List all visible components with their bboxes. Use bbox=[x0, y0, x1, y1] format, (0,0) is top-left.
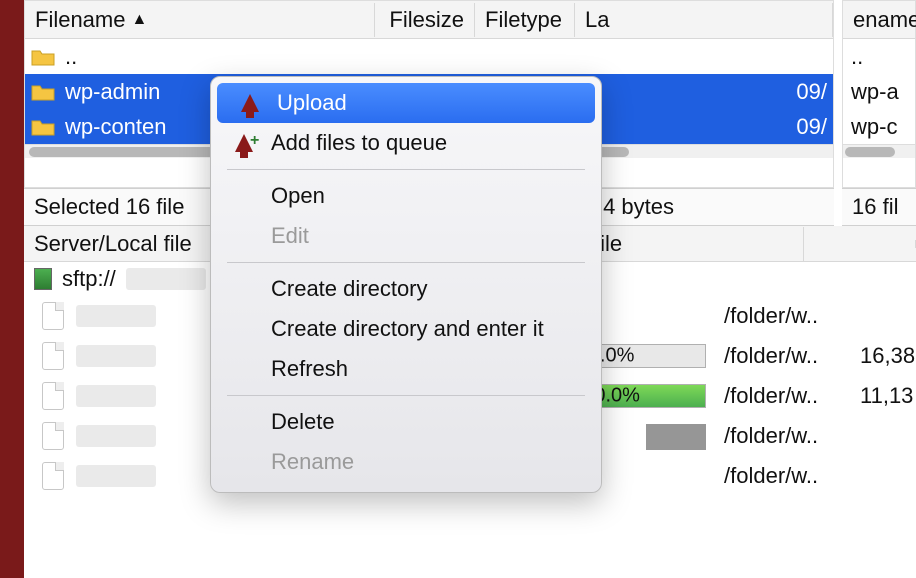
menu-create-directory-enter[interactable]: Create directory and enter it bbox=[211, 309, 601, 349]
file-icon bbox=[42, 342, 64, 370]
menu-edit: Edit bbox=[211, 216, 601, 256]
remote-hscrollbar[interactable] bbox=[843, 144, 915, 158]
local-status-selected: Selected 16 file bbox=[34, 194, 184, 220]
menu-add-to-queue[interactable]: Add files to queue bbox=[211, 123, 601, 163]
menu-separator bbox=[227, 395, 585, 396]
local-file-redacted bbox=[76, 465, 156, 487]
menu-rename-label: Rename bbox=[271, 449, 354, 475]
upload-queue-icon bbox=[235, 134, 253, 152]
remote-file-pane: ename .. wp-a wp-c bbox=[842, 0, 916, 188]
local-column-header: Filename ▲ Filesize Filetype La bbox=[25, 1, 833, 39]
server-icon bbox=[34, 268, 52, 290]
column-filename[interactable]: Filename ▲ bbox=[25, 3, 375, 37]
file-name: wp-c bbox=[851, 114, 897, 140]
file-icon bbox=[42, 462, 64, 490]
transfer-col-extra[interactable] bbox=[804, 240, 916, 248]
folder-icon bbox=[31, 82, 55, 102]
menu-create-dir-enter-label: Create directory and enter it bbox=[271, 316, 544, 342]
menu-delete[interactable]: Delete bbox=[211, 402, 601, 442]
scrollbar-thumb[interactable] bbox=[845, 147, 895, 157]
column-filename-label: Filename bbox=[35, 7, 125, 33]
menu-create-directory[interactable]: Create directory bbox=[211, 269, 601, 309]
window-left-accent bbox=[0, 0, 24, 578]
remote-status-count: 16 fil bbox=[852, 194, 898, 220]
folder-icon bbox=[31, 47, 55, 67]
server-host-redacted bbox=[126, 268, 206, 290]
menu-separator bbox=[227, 169, 585, 170]
remote-column-name[interactable]: ename bbox=[843, 3, 916, 37]
remote-row-parent[interactable]: .. bbox=[843, 39, 915, 74]
menu-upload[interactable]: Upload bbox=[217, 83, 595, 123]
local-file-redacted bbox=[76, 425, 156, 447]
menu-edit-label: Edit bbox=[271, 223, 309, 249]
folder-icon bbox=[31, 117, 55, 137]
upload-icon bbox=[241, 94, 259, 112]
remote-path: /folder/w.. bbox=[724, 383, 844, 409]
progress-placeholder bbox=[646, 424, 706, 450]
file-icon bbox=[42, 382, 64, 410]
menu-open-label: Open bbox=[271, 183, 325, 209]
remote-row-2[interactable]: wp-c bbox=[843, 109, 915, 144]
column-lastmod[interactable]: La bbox=[575, 3, 833, 37]
remote-status-bar: 16 fil bbox=[842, 188, 916, 226]
file-icon bbox=[42, 302, 64, 330]
menu-add-queue-label: Add files to queue bbox=[271, 130, 447, 156]
file-modified: 09/ bbox=[635, 79, 833, 105]
local-status-size: 4 bytes bbox=[603, 194, 674, 220]
remote-row-1[interactable]: wp-a bbox=[843, 74, 915, 109]
server-scheme: sftp:// bbox=[62, 266, 116, 292]
local-file-redacted bbox=[76, 345, 156, 367]
transfer-col-file[interactable]: file bbox=[584, 227, 804, 261]
menu-refresh-label: Refresh bbox=[271, 356, 348, 382]
transfer-size: 11,13 bbox=[856, 383, 916, 409]
parent-dir-label: .. bbox=[65, 44, 395, 70]
local-file-redacted bbox=[76, 385, 156, 407]
column-filesize[interactable]: Filesize bbox=[375, 3, 475, 37]
parent-dir-label: .. bbox=[851, 44, 863, 70]
sort-asc-icon: ▲ bbox=[131, 12, 147, 28]
remote-path: /folder/w.. bbox=[724, 423, 844, 449]
remote-path: /folder/w.. bbox=[724, 463, 844, 489]
menu-rename: Rename bbox=[211, 442, 601, 482]
remote-path: /folder/w.. bbox=[724, 343, 844, 369]
file-icon bbox=[42, 422, 64, 450]
local-file-redacted bbox=[76, 305, 156, 327]
row-parent-dir[interactable]: .. bbox=[25, 39, 833, 74]
menu-create-dir-label: Create directory bbox=[271, 276, 428, 302]
transfer-size: 16,38 bbox=[856, 343, 916, 369]
file-modified: 09/ bbox=[635, 114, 833, 140]
remote-column-header: ename bbox=[843, 1, 915, 39]
menu-separator bbox=[227, 262, 585, 263]
menu-open[interactable]: Open bbox=[211, 176, 601, 216]
menu-upload-label: Upload bbox=[277, 90, 347, 116]
menu-delete-label: Delete bbox=[271, 409, 335, 435]
menu-refresh[interactable]: Refresh bbox=[211, 349, 601, 389]
remote-path: /folder/w.. bbox=[724, 303, 844, 329]
column-filetype[interactable]: Filetype bbox=[475, 3, 575, 37]
context-menu: Upload Add files to queue Open Edit Crea… bbox=[210, 76, 602, 493]
file-name: wp-a bbox=[851, 79, 899, 105]
